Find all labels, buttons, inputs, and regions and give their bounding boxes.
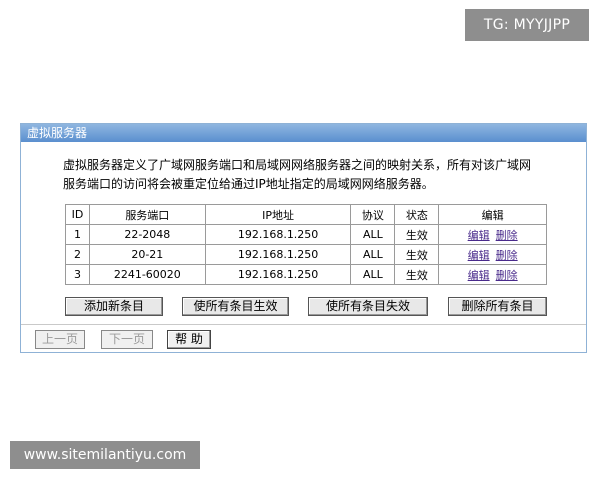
watermark-top: TG: MYYJJPP <box>465 9 589 41</box>
cell-ip: 192.168.1.250 <box>204 264 352 285</box>
edit-link[interactable]: 编辑 <box>468 269 490 282</box>
delete-all-entries-button[interactable]: 删除所有条目 <box>448 297 547 316</box>
description-line-2: 服务端口的访问将会被重定位给通过IP地址指定的局域网网络服务器。 <box>63 177 434 191</box>
description-line-1: 虚拟服务器定义了广域网服务端口和局域网网络服务器之间的映射关系，所有对该广域网 <box>63 158 532 172</box>
header-ip-address: IP地址 <box>204 204 352 225</box>
cell-port: 22-2048 <box>88 224 206 245</box>
table-header-row: ID 服务端口 IP地址 协议 状态 编辑 <box>65 204 547 225</box>
add-new-entry-button[interactable]: 添加新条目 <box>65 297 163 316</box>
header-edit: 编辑 <box>438 204 547 225</box>
header-protocol: 协议 <box>350 204 396 225</box>
cell-status: 生效 <box>394 244 440 265</box>
cell-id: 1 <box>65 224 90 245</box>
panel-description: 虚拟服务器定义了广域网服务端口和局域网网络服务器之间的映射关系，所有对该广域网 … <box>63 156 563 194</box>
pagination-row: 上一页 下一页 帮 助 <box>35 330 335 350</box>
help-button[interactable]: 帮 助 <box>167 330 211 349</box>
cell-status: 生效 <box>394 224 440 245</box>
cell-status: 生效 <box>394 264 440 285</box>
delete-link[interactable]: 删除 <box>496 269 518 282</box>
footer-divider <box>21 324 586 325</box>
table-row: 2 20-21 192.168.1.250 ALL 生效 编辑 删除 <box>65 244 547 265</box>
cell-protocol: ALL <box>350 244 396 265</box>
delete-link[interactable]: 删除 <box>496 229 518 242</box>
cell-ip: 192.168.1.250 <box>204 224 352 245</box>
watermark-bottom: www.sitemilantiyu.com <box>10 441 200 469</box>
action-button-row: 添加新条目 使所有条目生效 使所有条目失效 删除所有条目 <box>65 297 547 317</box>
virtual-server-panel: 虚拟服务器 虚拟服务器定义了广域网服务端口和局域网网络服务器之间的映射关系，所有… <box>20 123 587 353</box>
delete-link[interactable]: 删除 <box>496 249 518 262</box>
cell-actions: 编辑 删除 <box>438 224 547 245</box>
virtual-server-table: ID 服务端口 IP地址 协议 状态 编辑 1 22-2048 192.168.… <box>65 204 547 285</box>
disable-all-entries-button[interactable]: 使所有条目失效 <box>308 297 428 316</box>
cell-id: 3 <box>65 264 90 285</box>
table-row: 1 22-2048 192.168.1.250 ALL 生效 编辑 删除 <box>65 224 547 245</box>
edit-link[interactable]: 编辑 <box>468 249 490 262</box>
panel-title: 虚拟服务器 <box>21 124 586 142</box>
enable-all-entries-button[interactable]: 使所有条目生效 <box>182 297 289 316</box>
cell-ip: 192.168.1.250 <box>204 244 352 265</box>
cell-port: 20-21 <box>88 244 206 265</box>
cell-port: 2241-60020 <box>88 264 206 285</box>
previous-page-button: 上一页 <box>35 330 85 349</box>
cell-actions: 编辑 删除 <box>438 264 547 285</box>
header-service-port: 服务端口 <box>88 204 206 225</box>
cell-actions: 编辑 删除 <box>438 244 547 265</box>
cell-id: 2 <box>65 244 90 265</box>
next-page-button: 下一页 <box>101 330 153 349</box>
header-id: ID <box>65 204 90 225</box>
table-row: 3 2241-60020 192.168.1.250 ALL 生效 编辑 删除 <box>65 264 547 285</box>
header-status: 状态 <box>394 204 440 225</box>
cell-protocol: ALL <box>350 264 396 285</box>
cell-protocol: ALL <box>350 224 396 245</box>
edit-link[interactable]: 编辑 <box>468 229 490 242</box>
